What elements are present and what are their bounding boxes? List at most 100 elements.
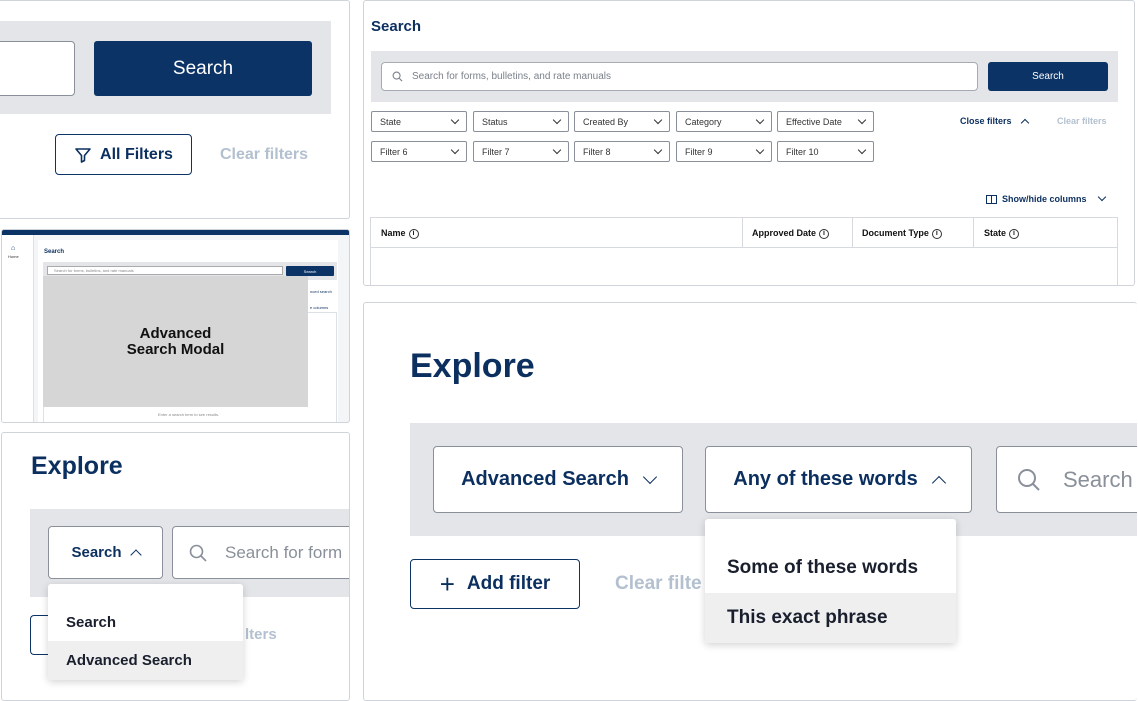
close-filters-label: Close filters [960, 116, 1012, 126]
search-placeholder: Search for forms, bulletins, and rate ma… [412, 71, 611, 82]
mini-empty-hint: Enter a search term to see results. [158, 412, 220, 417]
mini-title: Search [44, 249, 65, 255]
menu-item-label: Some of these words [727, 556, 919, 578]
clear-filters-link[interactable]: lters [245, 626, 277, 643]
page-title: Explore [410, 347, 535, 385]
mini-placeholder: Search for forms, bulletins, and rate ma… [54, 268, 134, 273]
menu-item-some-words[interactable]: Some of these words [705, 543, 956, 592]
search-button-label: Search [172, 57, 234, 79]
panel-explore-advanced: Explore Advanced Search Any of these wor… [363, 302, 1137, 701]
search-button-label: Search [1032, 71, 1064, 82]
column-divider [742, 218, 743, 248]
clear-filters-link[interactable]: Clear filters [220, 146, 308, 164]
clear-filters-link[interactable]: Clear filte [615, 573, 702, 595]
search-type-dropdown[interactable]: Search [48, 526, 163, 579]
search-placeholder: Search for form [225, 542, 343, 562]
filter-created-by[interactable]: Created By [574, 111, 670, 132]
search-type-menu: Search Advanced Search [48, 584, 243, 680]
filter-icon [75, 147, 91, 163]
filter-6[interactable]: Filter 6 [371, 141, 467, 162]
top-nav-bar [2, 230, 349, 235]
page-title: Search [371, 18, 422, 35]
mini-search-button[interactable]: Search [286, 266, 334, 276]
filter-8[interactable]: Filter 8 [574, 141, 670, 162]
menu-item-search[interactable]: Search [48, 602, 243, 642]
filter-label: Status [482, 116, 508, 127]
dropdown-label: Search [71, 544, 122, 561]
chevron-down-icon [755, 115, 765, 124]
page-title: Explore [31, 452, 123, 480]
table-header: Name i Approved Date i Document Type i Stat… [371, 218, 1117, 248]
filter-label: Filter 9 [685, 146, 713, 157]
search-icon [1018, 468, 1040, 491]
column-header-state[interactable]: State i [984, 228, 1020, 239]
mini-advanced-link[interactable]: nced search [310, 289, 332, 294]
filter-category[interactable]: Category [676, 111, 772, 132]
filter-10[interactable]: Filter 10 [777, 141, 874, 162]
chevron-up-icon [1020, 118, 1029, 127]
plus-icon: + [439, 569, 455, 599]
all-filters-label: All Filters [100, 145, 173, 163]
menu-item-label: Advanced Search [66, 652, 192, 669]
chevron-down-icon [552, 145, 562, 154]
add-filter-label: Add filter [466, 573, 551, 594]
column-header-approved-date[interactable]: Approved Date i [752, 228, 830, 239]
close-filters-link[interactable]: Close filters [960, 116, 1029, 127]
filter-status[interactable]: Status [473, 111, 569, 132]
filter-7[interactable]: Filter 7 [473, 141, 569, 162]
column-label: Approved Date [752, 228, 817, 238]
filter-label: Filter 7 [482, 146, 510, 157]
all-filters-button[interactable]: All Filters [55, 134, 192, 175]
info-icon: i [819, 228, 830, 239]
show-hide-label: Show/hide columns [1002, 194, 1087, 204]
chevron-down-icon [642, 469, 657, 485]
chevron-up-icon [931, 475, 946, 490]
columns-icon [986, 194, 997, 204]
column-divider [973, 218, 974, 248]
search-button[interactable]: Search [94, 41, 312, 96]
search-placeholder: Search [1063, 466, 1133, 492]
mini-columns-link[interactable]: e columns [310, 305, 328, 310]
filter-label: State [380, 116, 402, 127]
mini-search-input[interactable]: Search for forms, bulletins, and rate ma… [47, 266, 283, 275]
word-match-menu: Some of these words This exact phrase [705, 519, 956, 643]
column-divider [852, 218, 853, 248]
search-input[interactable]: Search [996, 446, 1137, 513]
add-filter-button[interactable]: + Add filter [410, 559, 580, 609]
menu-item-advanced-search[interactable]: Advanced Search [48, 641, 243, 680]
advanced-search-modal-placeholder: Advanced Search Modal [43, 276, 308, 407]
chevron-up-icon [129, 549, 142, 561]
filter-state[interactable]: State [371, 111, 467, 132]
search-input[interactable]: Search for form [172, 526, 349, 579]
clear-filters-link[interactable]: Clear filters [1057, 116, 1107, 126]
search-icon [392, 71, 403, 82]
chevron-down-icon [1097, 192, 1106, 202]
column-header-name[interactable]: Name i [381, 228, 419, 239]
show-hide-columns[interactable]: Show/hide columns [986, 192, 1106, 204]
filter-effective-date[interactable]: Effective Date [777, 111, 874, 132]
search-input[interactable]: Search for forms, bulletins, and rate ma… [381, 62, 978, 91]
panel-search-filters: Search All Filters Clear filters [0, 0, 350, 219]
chevron-down-icon [653, 115, 663, 124]
chevron-down-icon [552, 115, 562, 124]
advanced-search-dropdown[interactable]: Advanced Search [433, 446, 683, 513]
filter-label: Filter 8 [583, 146, 611, 157]
search-button[interactable]: Search [988, 62, 1108, 91]
side-nav: ⌂ Home [2, 235, 34, 422]
home-icon[interactable]: ⌂ [11, 245, 15, 252]
word-match-dropdown[interactable]: Any of these words [705, 446, 972, 513]
filter-label: Effective Date [786, 116, 842, 127]
info-icon: i [1009, 228, 1020, 239]
menu-item-label: Search [66, 613, 117, 631]
chevron-down-icon [653, 145, 663, 154]
search-input[interactable] [0, 41, 75, 96]
filter-9[interactable]: Filter 9 [676, 141, 772, 162]
chevron-down-icon [755, 145, 765, 154]
search-icon [189, 544, 207, 562]
column-header-document-type[interactable]: Document Type i [862, 228, 942, 239]
info-icon: i [408, 228, 419, 239]
menu-item-exact-phrase[interactable]: This exact phrase [705, 593, 956, 643]
column-label: State [984, 228, 1007, 238]
column-label: Name [381, 228, 406, 238]
chevron-down-icon [450, 115, 460, 124]
